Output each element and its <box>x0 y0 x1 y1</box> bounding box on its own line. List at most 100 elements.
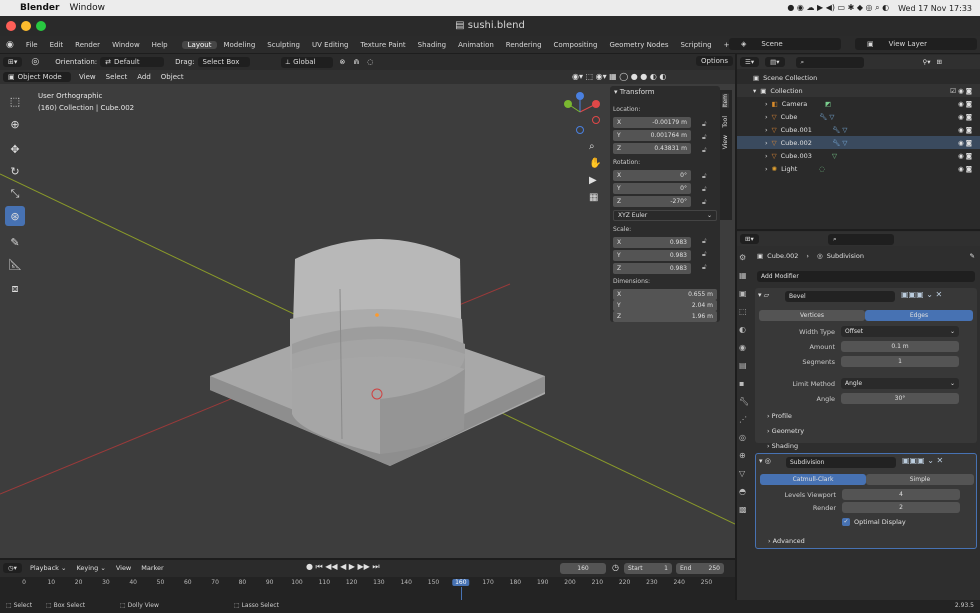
scale-y-field[interactable]: Y 0.983 <box>613 250 691 261</box>
grid-toggle-icon[interactable]: ▦ <box>589 192 598 203</box>
clock[interactable]: Wed 17 Nov 17:33 <box>898 4 972 13</box>
timeline-editor-icon[interactable]: ◷▾ <box>3 563 22 573</box>
navigation-gizmo[interactable] <box>560 90 604 136</box>
menu-view[interactable]: View <box>116 564 131 572</box>
pivot-icon[interactable]: ⊗ <box>340 58 346 66</box>
transform-orientation-dropdown[interactable]: ⟂ Global <box>280 56 333 68</box>
properties-search[interactable]: ⌕ <box>828 234 894 245</box>
properties-tab-icons[interactable]: ⚙ ▦ ▣ ⬚ ◐ ◉ ▤ ▪ 🔧︎ ⋰ ◎ ⊕ ▽ ◓ ▩ <box>739 249 753 519</box>
profile-subpanel[interactable]: › Profile <box>767 412 792 420</box>
menu-select[interactable]: Select <box>106 73 128 81</box>
measure-tool[interactable]: 📐︎ <box>5 254 25 274</box>
dimension-y-field[interactable]: Y 2.04 m <box>613 300 717 311</box>
tab-geometry-nodes[interactable]: Geometry Nodes <box>603 41 674 49</box>
segments-field[interactable]: 1 <box>841 356 959 367</box>
pin-icon[interactable]: ✎ <box>970 252 975 260</box>
simple-tab[interactable]: Simple <box>866 474 974 485</box>
zoom-icon[interactable]: ⌕ <box>589 141 595 152</box>
mode-dropdown[interactable]: ▣ Object Mode <box>3 72 71 82</box>
outliner-cube-003[interactable]: › ▽ Cube.003 ▽ ◉ ◙ <box>737 149 980 162</box>
bevel-name-field[interactable]: Bevel <box>785 291 895 302</box>
angle-field[interactable]: 30° <box>841 393 959 404</box>
subdivision-name-field[interactable]: Subdivision <box>786 457 896 468</box>
menu-help[interactable]: Help <box>146 41 174 49</box>
scene-collection-row[interactable]: ▣ Scene Collection <box>737 71 980 84</box>
lock-icons[interactable]: 🔓︎ 🔓︎ 🔓︎ 🔓︎ 🔓︎ 🔓︎ 🔓︎ 🔓︎ 🔓︎ <box>702 118 707 274</box>
rotate-tool[interactable]: ↻ <box>5 161 25 181</box>
row-toggle-icons[interactable]: ◉ ◙ <box>958 165 972 173</box>
app-menu[interactable]: Blender <box>20 3 59 13</box>
pan-hand-icon[interactable]: ✋ <box>589 158 601 169</box>
tab-item[interactable]: Item <box>722 94 729 108</box>
menu-edit[interactable]: Edit <box>44 41 70 49</box>
dimension-z-field[interactable]: Z 1.96 m <box>613 311 717 322</box>
select-box-tool[interactable]: ⬚ <box>5 91 25 111</box>
scale-tool[interactable]: ⤡ <box>5 184 25 204</box>
visibility-icons[interactable]: ◉▾ ⬚ ◉▾ ▦ ◯ ● ● ◐ ◐ <box>572 72 666 81</box>
row-toggle-icons[interactable]: ◉ ◙ <box>958 152 972 160</box>
tab-layout[interactable]: Layout <box>181 40 218 49</box>
subdivision-toggles[interactable]: ▣▣▣ ⌄ ✕ <box>902 456 943 465</box>
editor-type-icon[interactable]: ⊞▾ <box>3 57 23 67</box>
location-y-field[interactable]: Y 0.001764 m <box>613 130 691 141</box>
limit-method-dropdown[interactable]: Angle ⌄ <box>841 378 959 389</box>
menu-file[interactable]: File <box>20 41 44 49</box>
rotation-z-field[interactable]: Z -270° <box>613 196 691 207</box>
options-dropdown[interactable]: Options <box>696 56 734 66</box>
menu-marker[interactable]: Marker <box>141 564 163 572</box>
tab-tool[interactable]: Tool <box>722 116 729 128</box>
subdivision-collapse-icon[interactable]: ▾ ◎ <box>759 457 771 465</box>
row-toggle-icons[interactable]: ☑ ◉ ◙ <box>950 87 972 95</box>
scene-selector[interactable]: ◈ Scene <box>729 38 841 50</box>
catmull-clark-tab[interactable]: Catmull-Clark <box>760 474 866 485</box>
outliner-cube[interactable]: › ▽ Cube 🔧︎ ▽ ◉ ◙ <box>737 110 980 123</box>
advanced-subpanel[interactable]: › Advanced <box>768 537 805 545</box>
zoom-window-button[interactable] <box>36 21 46 31</box>
outliner-search[interactable]: ⌕ <box>795 56 864 68</box>
menu-view[interactable]: View <box>79 73 96 81</box>
tab-scripting[interactable]: Scripting <box>674 41 717 49</box>
annotate-tool[interactable]: ✎ <box>5 232 25 252</box>
rotation-x-field[interactable]: X 0° <box>613 170 691 181</box>
shading-subpanel[interactable]: › Shading <box>767 442 798 450</box>
proportional-edit-icon[interactable]: ◌ <box>367 58 373 66</box>
view-layer-selector[interactable]: ▣ View Layer <box>855 38 977 50</box>
window-menu[interactable]: Window <box>69 3 105 13</box>
scale-z-field[interactable]: Z 0.983 <box>613 263 691 274</box>
clock-icon[interactable]: ◷ <box>612 563 619 572</box>
new-collection-icon[interactable]: ⊞ <box>937 58 942 66</box>
add-cube-tool[interactable]: ⧈ <box>5 279 25 299</box>
tab-animation[interactable]: Animation <box>452 41 500 49</box>
close-window-button[interactable] <box>6 21 16 31</box>
tab-modeling[interactable]: Modeling <box>217 41 261 49</box>
snap-icon[interactable]: ⋒ <box>353 58 359 66</box>
bevel-toggles[interactable]: ▣▣▣ ⌄ ✕ <box>901 290 942 299</box>
tab-uv-editing[interactable]: UV Editing <box>306 41 355 49</box>
outliner-light[interactable]: › ✺ Light ◌ ◉ ◙ <box>737 162 980 175</box>
location-z-field[interactable]: Z 0.43831 m <box>613 143 691 154</box>
width-type-dropdown[interactable]: Offset ⌄ <box>841 326 959 337</box>
bevel-edges-tab[interactable]: Edges <box>865 310 973 321</box>
geometry-subpanel[interactable]: › Geometry <box>767 427 804 435</box>
camera-view-icon[interactable]: ▶ <box>589 175 597 186</box>
row-toggle-icons[interactable]: ◉ ◙ <box>958 100 972 108</box>
rotation-y-field[interactable]: Y 0° <box>613 183 691 194</box>
active-tool-icon[interactable]: ◎ <box>31 57 39 67</box>
menu-playback[interactable]: Playback ⌄ <box>30 564 67 572</box>
dimension-x-field[interactable]: X 0.655 m <box>613 289 717 300</box>
3d-viewport[interactable]: ⊞▾ ◎ Orientation: ⇄ Default Drag: Select … <box>0 54 735 558</box>
tab-rendering[interactable]: Rendering <box>500 41 548 49</box>
playback-controls[interactable]: ● ⏮ ◀◀ ◀ ▶ ▶▶ ⏭ <box>306 562 380 572</box>
optimal-display-checkbox[interactable]: ✓ Optimal Display <box>842 518 906 526</box>
amount-field[interactable]: 0.1 m <box>841 341 959 352</box>
tab-sculpting[interactable]: Sculpting <box>261 41 306 49</box>
tab-shading[interactable]: Shading <box>412 41 452 49</box>
row-toggle-icons[interactable]: ◉ ◙ <box>958 126 972 134</box>
end-frame-field[interactable]: End 250 <box>676 563 724 574</box>
playhead-line[interactable] <box>460 587 462 600</box>
cursor-tool[interactable]: ⊕ <box>5 114 25 134</box>
move-tool[interactable]: ✥ <box>5 139 25 159</box>
blender-logo-icon[interactable]: ◉ <box>0 40 20 50</box>
bevel-vertices-tab[interactable]: Vertices <box>759 310 865 321</box>
current-frame-field[interactable]: 160 <box>560 563 606 574</box>
